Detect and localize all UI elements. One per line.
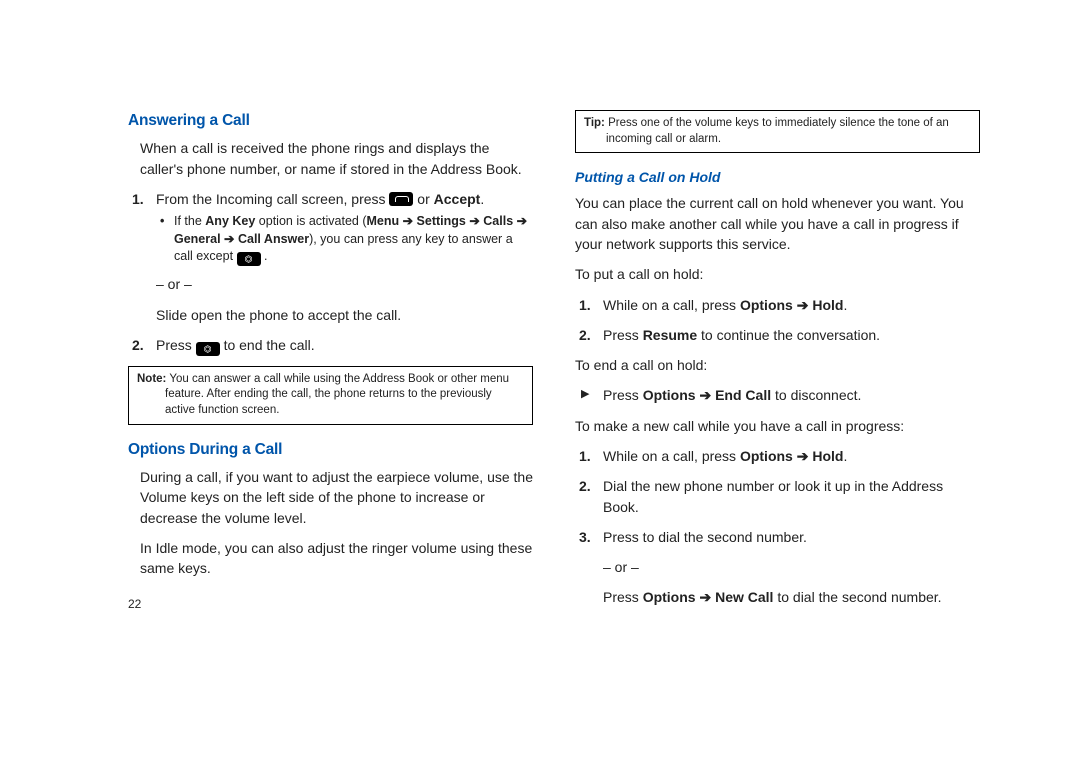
h1pre: While on a call, press xyxy=(603,297,740,313)
general: General xyxy=(174,232,221,246)
ar3: ➔ xyxy=(793,448,813,464)
end-call-line: Press Options ➔ End Call to disconnect. xyxy=(575,385,980,405)
step1-pre: From the Incoming call screen, press xyxy=(156,191,389,207)
ar2: ➔ xyxy=(696,387,716,403)
to-end: To end a call on hold: xyxy=(575,355,980,375)
p2: . xyxy=(843,448,847,464)
arr4: ➔ xyxy=(221,232,238,246)
callanswer: Call Answer xyxy=(238,232,309,246)
apost: to disconnect. xyxy=(771,387,861,403)
opt3: Options xyxy=(740,448,793,464)
note-body: You can answer a call while using the Ad… xyxy=(165,373,509,416)
h2post: to continue the conversation. xyxy=(697,327,880,343)
send-key-icon xyxy=(389,192,413,206)
slide-open: Slide open the phone to accept the call. xyxy=(156,305,533,325)
page-number: 22 xyxy=(128,596,533,613)
n3: Press to dial the second number. xyxy=(603,529,807,545)
calls: Calls xyxy=(483,214,513,228)
tip-box: Tip: Press one of the volume keys to imm… xyxy=(575,110,980,153)
menu: Menu xyxy=(366,214,399,228)
note-lead: Note: xyxy=(137,373,166,385)
ar4: ➔ xyxy=(696,589,716,605)
apre: Press xyxy=(603,387,643,403)
tip-lead: Tip: xyxy=(584,117,605,129)
left-column: Answering a Call When a call is received… xyxy=(128,110,533,741)
newcall-step-1: 1. While on a call, press Options ➔ Hold… xyxy=(603,446,980,466)
h2pre: Press xyxy=(603,327,643,343)
heading-hold: Putting a Call on Hold xyxy=(575,167,980,187)
answer-step-1: 1. From the Incoming call screen, press … xyxy=(156,189,533,325)
n3b: Press Options ➔ New Call to dial the sec… xyxy=(603,587,980,607)
arr: ➔ xyxy=(399,214,416,228)
end-key-icon xyxy=(237,252,261,266)
arr3: ➔ xyxy=(513,214,527,228)
t: If the xyxy=(174,214,205,228)
idle-para: In Idle mode, you can also adjust the ri… xyxy=(128,538,533,579)
manual-page: Answering a Call When a call is received… xyxy=(0,0,1080,771)
to-put: To put a call on hold: xyxy=(575,264,980,284)
t2: option is activated ( xyxy=(255,214,366,228)
opt2: Options xyxy=(643,387,696,403)
answer-step-2: 2. Press to end the call. xyxy=(156,335,533,356)
endcall: End Call xyxy=(715,387,771,403)
tip-body: Press one of the volume keys to immediat… xyxy=(605,117,949,145)
hold2: Hold xyxy=(812,448,843,464)
opt1: Options xyxy=(740,297,793,313)
hold-steps: 1. While on a call, press Options ➔ Hold… xyxy=(575,295,980,346)
s2post: to end the call. xyxy=(220,337,315,353)
anykey-bullet: If the Any Key option is activated (Menu… xyxy=(156,213,533,266)
p1: . xyxy=(843,297,847,313)
n3bpre: Press xyxy=(603,589,643,605)
or-divider: – or – xyxy=(156,274,533,294)
newcall-steps: 1. While on a call, press Options ➔ Hold… xyxy=(575,446,980,608)
step1-post: or xyxy=(413,191,433,207)
hold1: Hold xyxy=(812,297,843,313)
newcall-step-3: 3. Press to dial the second number. – or… xyxy=(603,527,980,608)
newcall-step-2: 2. Dial the new phone number or look it … xyxy=(603,476,980,517)
anykey: Any Key xyxy=(205,214,255,228)
ar1: ➔ xyxy=(793,297,813,313)
resume: Resume xyxy=(643,327,697,343)
heading-options: Options During a Call xyxy=(128,439,533,461)
opt4: Options xyxy=(643,589,696,605)
answer-intro: When a call is received the phone rings … xyxy=(128,138,533,179)
note-box: Note: You can answer a call while using … xyxy=(128,366,533,425)
heading-answering: Answering a Call xyxy=(128,110,533,132)
arr2: ➔ xyxy=(466,214,483,228)
hold-intro: You can place the current call on hold w… xyxy=(575,193,980,254)
end-key-icon-2 xyxy=(196,342,220,356)
s2pre: Press xyxy=(156,337,196,353)
n1pre: While on a call, press xyxy=(603,448,740,464)
right-column: Tip: Press one of the volume keys to imm… xyxy=(575,110,980,741)
or-divider-2: – or – xyxy=(603,557,980,577)
new-call-intro: To make a new call while you have a call… xyxy=(575,416,980,436)
anykey-note: If the Any Key option is activated (Menu… xyxy=(174,213,533,266)
newcall: New Call xyxy=(715,589,773,605)
settings: Settings xyxy=(417,214,466,228)
volume-para: During a call, if you want to adjust the… xyxy=(128,467,533,528)
n2: Dial the new phone number or look it up … xyxy=(603,478,943,514)
n3bpost: to dial the second number. xyxy=(773,589,941,605)
hold-step-2: 2. Press Resume to continue the conversa… xyxy=(603,325,980,345)
hold-step-1: 1. While on a call, press Options ➔ Hold… xyxy=(603,295,980,315)
accept-label: Accept xyxy=(434,191,481,207)
answer-steps: 1. From the Incoming call screen, press … xyxy=(128,189,533,356)
